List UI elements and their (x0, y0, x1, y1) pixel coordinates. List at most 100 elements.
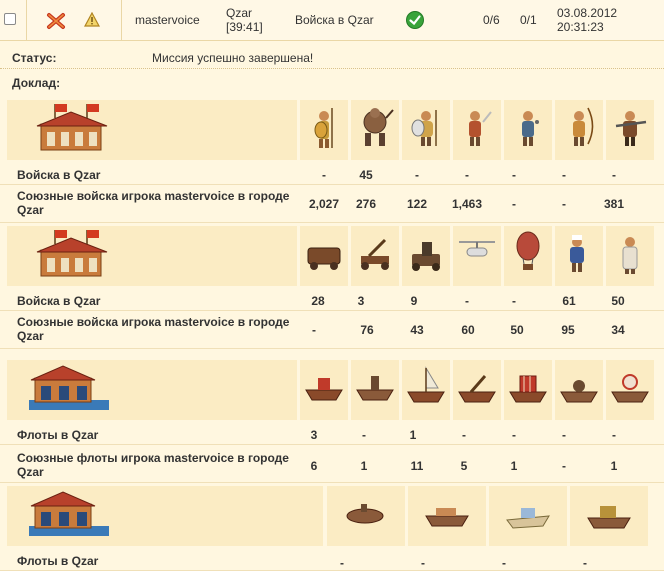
row-label: Войска в Qzar (17, 168, 101, 182)
unit-balloon-bomber-icon (504, 226, 552, 286)
ship-mortar-icon (504, 360, 552, 420)
row-value: 11 (410, 459, 424, 473)
row-value: - (512, 294, 516, 308)
unit-icons-row-3 (0, 360, 664, 420)
row-value: - (322, 168, 326, 182)
row-label: Флоты в Qzar (17, 428, 99, 442)
mission-title[interactable]: Войска в Qzar (295, 14, 374, 27)
row-value: - (465, 294, 469, 308)
ship-flamethrower-icon (351, 360, 399, 420)
row-value: 1 (610, 459, 618, 473)
status-value: Миссия успешно завершена! (152, 51, 314, 65)
row-value: - (583, 556, 587, 570)
row-value: - (462, 428, 466, 442)
unit-spearman-icon (402, 100, 450, 160)
shipyard-building-image (7, 486, 323, 546)
count-1: 0/6 (483, 13, 500, 27)
row-value: - (362, 428, 366, 442)
delete-x-icon[interactable] (46, 12, 66, 30)
row-label: Союзные войска игрока mastervoice в горо… (17, 189, 290, 217)
table-row: Флоты в Qzar - - - - (0, 550, 664, 571)
row-value: 50 (611, 294, 625, 308)
ship-submarine-icon (327, 486, 405, 546)
table-row: Флоты в Qzar 3 - 1 - - - - (0, 424, 664, 445)
table-row: Войска в Qzar 28 3 9 - - 61 50 (0, 290, 664, 311)
unit-catapult-icon (351, 226, 399, 286)
row-label: Союзные войска игрока mastervoice в горо… (17, 315, 290, 343)
status-label: Статус: (12, 51, 57, 65)
row-value: 76 (360, 323, 374, 337)
table-row: Союзные войска игрока mastervoice в горо… (0, 312, 664, 349)
table-row: Союзные флоты игрока mastervoice в город… (0, 448, 664, 483)
unit-doctor-icon (606, 226, 654, 286)
row-value: 28 (311, 294, 325, 308)
row-value: - (562, 459, 566, 473)
row-value: 3 (310, 428, 318, 442)
unit-mortar-icon (402, 226, 450, 286)
unit-archer-icon (555, 100, 603, 160)
row-value: - (421, 556, 425, 570)
shipyard-building-image (7, 360, 297, 420)
row-value: 2,027 (308, 197, 340, 211)
row-value: 122 (406, 197, 428, 211)
success-check-icon (406, 11, 424, 29)
row-value: 45 (359, 168, 373, 182)
unit-ram-icon (300, 226, 348, 286)
unit-slinger-icon (504, 100, 552, 160)
message-date: 03.08.2012 (557, 6, 618, 20)
row-value: - (562, 168, 566, 182)
target-city[interactable]: Qzar (226, 7, 252, 20)
row-value: 1,463 (451, 197, 483, 211)
message-row[interactable]: mastervoice Qzar [39:41] Войска в Qzar 0… (0, 0, 664, 41)
ship-rocket-icon (606, 360, 654, 420)
row-value: 9 (410, 294, 418, 308)
row-value: - (340, 556, 344, 570)
ship-tender-icon (489, 486, 567, 546)
row-value: - (562, 428, 566, 442)
arrival-time: [39:41] (226, 20, 263, 34)
row-value: - (465, 168, 469, 182)
row-value: 6 (310, 459, 318, 473)
row-value: - (512, 197, 516, 211)
row-value: 95 (561, 323, 575, 337)
row-value: 381 (603, 197, 625, 211)
row-value: - (415, 168, 419, 182)
row-value: 34 (611, 323, 625, 337)
table-row: Войска в Qzar - 45 - - - - - (0, 164, 664, 185)
ship-rescue-icon (570, 486, 648, 546)
row-value: - (312, 323, 316, 337)
row-label: Союзные флоты игрока mastervoice в город… (17, 451, 289, 479)
row-value: 60 (461, 323, 475, 337)
unit-cook-icon (555, 226, 603, 286)
unit-icons-row-2 (0, 226, 664, 286)
sender-name[interactable]: mastervoice (135, 14, 200, 27)
barracks-building-image (7, 226, 297, 286)
row-label: Флоты в Qzar (17, 554, 99, 568)
row-value: 61 (562, 294, 576, 308)
row-value: - (562, 197, 566, 211)
unit-steam-giant-icon (351, 100, 399, 160)
row-value: 43 (410, 323, 424, 337)
ship-catapult-icon (453, 360, 501, 420)
row-value: - (512, 428, 516, 442)
row-value: 50 (510, 323, 524, 337)
row-value: - (612, 168, 616, 182)
unit-hoplite-icon (300, 100, 348, 160)
unit-icons-row-1 (0, 100, 664, 160)
ship-ballista-icon (402, 360, 450, 420)
warning-triangle-icon (84, 12, 100, 27)
ship-carrier-icon (408, 486, 486, 546)
unit-gunner-icon (606, 100, 654, 160)
row-value: 5 (460, 459, 468, 473)
unit-swordsman-icon (453, 100, 501, 160)
row-value: 3 (357, 294, 365, 308)
barracks-building-image (7, 100, 297, 160)
row-value: 1 (360, 459, 368, 473)
unit-icons-row-4 (0, 486, 664, 546)
count-2: 0/1 (520, 13, 537, 27)
row-value: 1 (510, 459, 518, 473)
table-row: Союзные войска игрока mastervoice в горо… (0, 186, 664, 223)
row-value: 1 (409, 428, 417, 442)
status-row: Статус: Миссия успешно завершена! (0, 46, 664, 69)
row-value: - (612, 428, 616, 442)
